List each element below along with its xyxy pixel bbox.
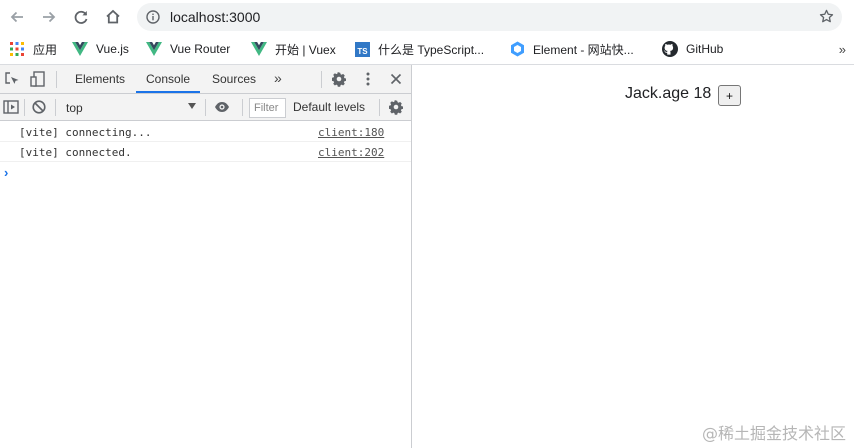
settings-button[interactable]: [331, 71, 347, 87]
log-levels-dropdown[interactable]: Default levels: [293, 100, 365, 114]
svg-text:TS: TS: [357, 47, 368, 56]
toolbar-divider: [55, 99, 56, 116]
tab-elements[interactable]: Elements: [65, 65, 135, 93]
info-icon[interactable]: [146, 10, 160, 24]
age-text: Jack.age 18: [625, 85, 712, 102]
element-logo-icon: [509, 41, 525, 57]
vue-logo-icon: [72, 41, 88, 57]
forward-arrow-icon: [43, 11, 56, 23]
console-settings-button[interactable]: [388, 99, 404, 115]
device-toolbar-button[interactable]: [30, 71, 46, 87]
context-value: top: [66, 101, 83, 115]
bookmarks-overflow-button[interactable]: »: [839, 42, 846, 57]
device-icon: [30, 71, 45, 87]
address-bar[interactable]: localhost:3000: [137, 3, 842, 31]
bookmark-label: Vue Router: [170, 42, 231, 56]
increment-button[interactable]: +: [718, 85, 741, 106]
star-icon[interactable]: [819, 9, 834, 24]
bookmark-vuex[interactable]: 开始 | Vuex: [251, 39, 336, 59]
console-message-text: [vite] connected.: [19, 146, 132, 159]
context-select[interactable]: top: [60, 98, 200, 117]
home-button[interactable]: [102, 6, 124, 28]
vue-logo-icon: [251, 41, 267, 57]
reload-button[interactable]: [70, 6, 92, 28]
bookmark-label: 开始 | Vuex: [275, 42, 336, 57]
toolbar-divider: [205, 99, 206, 116]
bookmark-label: 什么是 TypeScript...: [378, 42, 485, 57]
toolbar-divider: [56, 71, 57, 88]
bookmark-apps[interactable]: 应用: [9, 39, 57, 59]
typescript-logo-icon: TS: [354, 41, 370, 57]
github-logo-icon: [662, 41, 678, 57]
console-source-link[interactable]: client:202: [318, 146, 384, 159]
vue-logo-icon: [146, 41, 162, 57]
console-prompt[interactable]: ›: [4, 165, 8, 180]
console-message: [vite] connecting... client:180: [0, 122, 411, 142]
gear-icon: [389, 100, 403, 115]
bookmarks-bar: 应用 Vue.js Vue Router 开始 | Vuex TS 什么是 Ty…: [0, 34, 854, 64]
bookmark-typescript[interactable]: TS 什么是 TypeScript...: [354, 39, 484, 59]
clear-icon: [32, 100, 46, 114]
watermark: @稀土掘金技术社区: [701, 424, 846, 443]
home-icon: [106, 9, 120, 24]
devtools-panel: Elements Console Sources » top Filter De…: [0, 65, 412, 448]
inspect-icon: [5, 72, 19, 84]
toolbar-divider: [321, 71, 322, 88]
tab-console[interactable]: Console: [136, 65, 201, 93]
chevron-down-icon: [188, 103, 196, 109]
bookmark-github[interactable]: GitHub: [662, 39, 723, 59]
sidebar-toggle-icon: [3, 100, 19, 114]
toolbar-divider: [24, 99, 25, 116]
console-source-link[interactable]: client:180: [318, 126, 384, 139]
back-button[interactable]: [6, 6, 28, 28]
tab-sources[interactable]: Sources: [202, 65, 266, 93]
bookmark-label: Element - 网站快...: [533, 42, 634, 57]
browser-toolbar: localhost:3000: [0, 0, 854, 34]
gear-icon: [332, 72, 346, 87]
bookmark-label: GitHub: [686, 42, 724, 56]
toolbar-divider: [379, 99, 380, 116]
console-toolbar: top Filter Default levels: [0, 94, 411, 121]
console-message: [vite] connected. client:202: [0, 142, 411, 162]
bookmark-vue-router[interactable]: Vue Router: [146, 39, 230, 59]
back-arrow-icon: [10, 11, 23, 23]
page-viewport: Jack.age 18 +: [413, 65, 854, 448]
devtools-tab-bar: Elements Console Sources »: [0, 65, 411, 94]
bookmark-element[interactable]: Element - 网站快...: [509, 39, 634, 59]
apps-grid-icon: [9, 41, 25, 57]
live-expression-button[interactable]: [214, 99, 230, 115]
close-devtools-button[interactable]: [388, 71, 404, 87]
console-message-text: [vite] connecting...: [19, 126, 152, 139]
inspect-element-button[interactable]: [4, 71, 20, 87]
show-sidebar-button[interactable]: [3, 99, 19, 115]
bookmark-label: Vue.js: [96, 42, 129, 56]
bookmark-label: 应用: [33, 42, 58, 57]
tabs-overflow-button[interactable]: »: [274, 70, 282, 86]
toolbar-divider: [242, 99, 243, 116]
more-options-button[interactable]: [360, 71, 376, 87]
forward-button[interactable]: [38, 6, 60, 28]
url-text[interactable]: localhost:3000: [170, 9, 260, 25]
reload-icon: [74, 10, 88, 24]
eye-icon: [215, 102, 229, 112]
bookmark-vuejs[interactable]: Vue.js: [72, 39, 129, 59]
filter-placeholder: Filter: [254, 102, 279, 114]
clear-console-button[interactable]: [31, 99, 47, 115]
close-icon: [390, 73, 402, 85]
kebab-menu-icon: [366, 72, 370, 86]
filter-input[interactable]: Filter: [249, 98, 286, 118]
